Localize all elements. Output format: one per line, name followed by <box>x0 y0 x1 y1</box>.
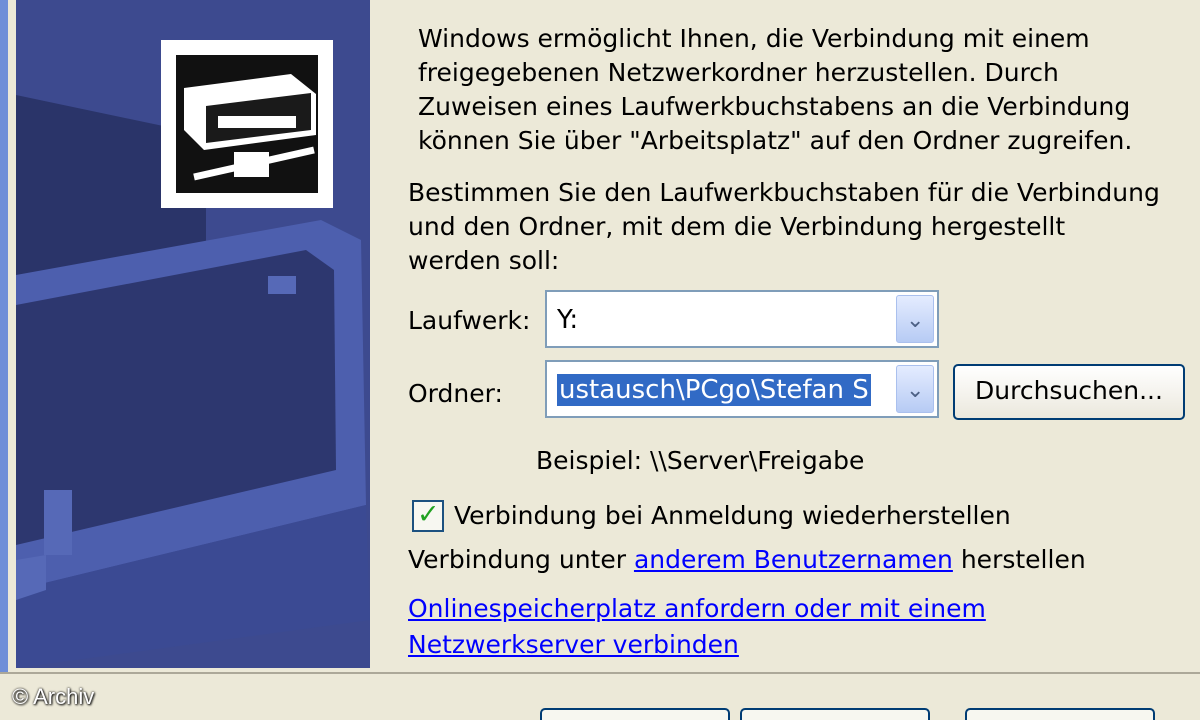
drive-select[interactable]: Y: ⌄ <box>545 290 939 348</box>
folder-combo[interactable]: ustausch\PCgo\Stefan S ⌄ <box>545 360 939 418</box>
folder-dropdown-button[interactable]: ⌄ <box>896 365 934 413</box>
map-network-drive-dialog: Windows ermöglicht Ihnen, die Verbindung… <box>0 0 1200 672</box>
cancel-button[interactable] <box>965 708 1155 720</box>
intro-text: Windows ermöglicht Ihnen, die Verbindung… <box>418 24 1133 155</box>
other-user-prefix: Verbindung unter <box>408 545 634 574</box>
online-storage-link-line-1[interactable]: Onlinespeicherplatz anfordern oder mit e… <box>408 591 986 627</box>
online-storage-link-line-2[interactable]: Netzwerkserver verbinden <box>408 627 986 663</box>
instruction-text: Bestimmen Sie den Laufwerkbuchstaben für… <box>408 178 1160 275</box>
folder-label: Ordner: <box>408 379 503 408</box>
chevron-down-icon: ⌄ <box>906 308 925 333</box>
archive-watermark: © Archiv <box>12 684 95 709</box>
folder-input-value[interactable]: ustausch\PCgo\Stefan S <box>557 374 871 406</box>
drive-dropdown-button[interactable]: ⌄ <box>896 295 934 343</box>
network-drive-illustration <box>16 0 370 668</box>
other-user-line: Verbindung unter anderem Benutzernamen h… <box>408 545 1086 575</box>
back-button[interactable] <box>540 708 730 720</box>
drive-value: Y: <box>557 305 579 335</box>
reconnect-label[interactable]: Verbindung bei Anmeldung wiederherstelle… <box>454 501 1011 531</box>
browse-button[interactable]: Durchsuchen... <box>953 364 1185 420</box>
other-username-link[interactable]: anderem Benutzernamen <box>634 545 953 574</box>
checkmark-icon: ✓ <box>417 499 440 530</box>
reconnect-checkbox[interactable]: ✓ <box>412 499 444 532</box>
online-storage-link-block: Onlinespeicherplatz anfordern oder mit e… <box>408 591 986 663</box>
finish-button[interactable] <box>740 708 930 720</box>
example-text: Beispiel: \\Server\Freigabe <box>536 446 865 475</box>
chevron-down-icon: ⌄ <box>906 378 925 403</box>
drive-label: Laufwerk: <box>408 306 531 335</box>
other-user-suffix: herstellen <box>952 545 1086 574</box>
server-illustration-icon <box>16 0 370 668</box>
